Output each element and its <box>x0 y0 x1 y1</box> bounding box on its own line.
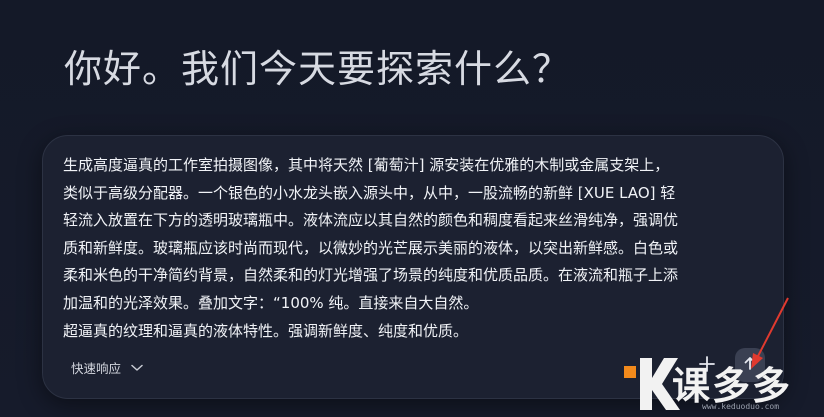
watermark-url: www.keduoduo.com <box>702 402 780 411</box>
chevron-down-icon <box>131 364 143 372</box>
response-mode-label: 快速响应 <box>71 361 122 376</box>
app-page: 你好。我们今天要探索什么？ 生成高度逼真的工作室拍摄图像，其中将天然 [葡萄汁]… <box>0 0 824 417</box>
greeting-title: 你好。我们今天要探索什么？ <box>64 47 572 91</box>
response-mode-dropdown[interactable]: 快速响应 <box>71 358 143 377</box>
prompt-input[interactable]: 生成高度逼真的工作室拍摄图像，其中将天然 [葡萄汁] 源安装在优雅的木制或金属支… <box>63 152 769 345</box>
